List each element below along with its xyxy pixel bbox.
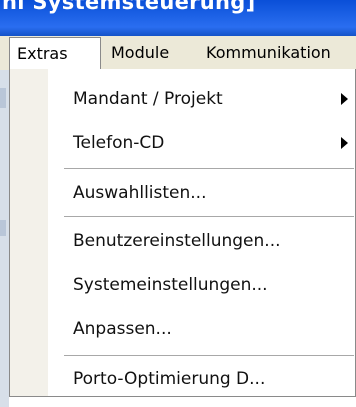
window-titlebar: nl Systemsteuerung]	[0, 0, 356, 36]
menu-kommunikation[interactable]: Kommunikation	[199, 37, 338, 69]
screenshot-stage: nl Systemsteuerung] Extras Module Kommun…	[0, 0, 356, 407]
menu-item-systemeinstellungen[interactable]: Systemeinstellungen...	[73, 275, 355, 295]
menu-separator	[64, 168, 354, 169]
triangle-right-icon	[341, 93, 348, 105]
menu-separator	[64, 216, 354, 217]
menu-separator	[64, 355, 354, 356]
window-title: nl Systemsteuerung]	[2, 0, 256, 14]
menu-item-auswahllisten[interactable]: Auswahllisten...	[73, 183, 355, 203]
menu-item-mandant-projekt[interactable]: Mandant / Projekt	[73, 89, 355, 109]
menu-item-anpassen[interactable]: Anpassen...	[73, 319, 355, 339]
background-window-element	[0, 220, 6, 236]
menu-icon-gutter	[10, 69, 48, 396]
menu-bar: Extras Module Kommunikation	[0, 36, 356, 71]
background-window-element	[0, 88, 6, 108]
menu-item-telefon-cd[interactable]: Telefon-CD	[73, 133, 355, 153]
extras-dropdown-menu: Mandant / Projekt Telefon-CD Auswahllist…	[9, 69, 356, 397]
menu-item-benutzereinstellungen[interactable]: Benutzereinstellungen...	[73, 231, 355, 251]
triangle-right-icon	[341, 137, 348, 149]
background-window-edge	[0, 70, 9, 407]
menu-item-porto-optimierung[interactable]: Porto-Optimierung D...	[73, 369, 355, 389]
menu-extras[interactable]: Extras	[9, 37, 101, 71]
menu-module[interactable]: Module	[104, 37, 176, 69]
